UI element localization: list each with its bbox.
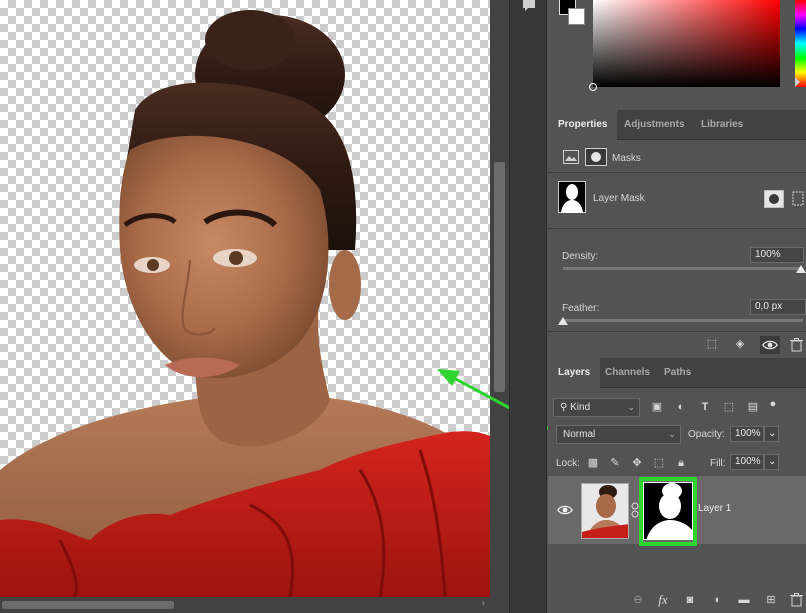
horizontal-scrollbar[interactable]: ›: [0, 597, 509, 613]
opacity-label: Opacity:: [688, 429, 725, 440]
shape-filter-icon[interactable]: ⬚: [721, 399, 737, 415]
trash-icon[interactable]: [790, 338, 803, 352]
chevron-down-icon: ⌄: [668, 429, 676, 439]
collapsed-panel-strip: [509, 0, 547, 613]
chevron-down-icon: ⌄: [627, 402, 635, 412]
layers-panel: Layers Channels Paths ⚲ Kind ⌄ ▣ ◐ T ⬚ ▤…: [548, 358, 806, 613]
lock-position-icon[interactable]: ✥: [629, 455, 645, 471]
adjustment-icon[interactable]: ◐: [710, 592, 726, 608]
opacity-input[interactable]: 100%: [730, 426, 764, 442]
lock-image-icon[interactable]: ✎: [607, 455, 623, 471]
document-canvas[interactable]: [0, 0, 490, 597]
layer-name[interactable]: Layer 1: [698, 503, 731, 514]
tab-channels[interactable]: Channels: [595, 358, 660, 388]
right-panel-dock: Properties Adjustments Libraries Masks L…: [548, 0, 806, 613]
folder-icon[interactable]: ▬: [736, 592, 752, 608]
fx-icon[interactable]: fx: [655, 592, 671, 608]
horizontal-scroll-thumb[interactable]: [2, 601, 174, 609]
opacity-dropdown[interactable]: ⌄: [764, 426, 779, 442]
feather-slider-thumb[interactable]: [558, 317, 568, 325]
lock-all-icon[interactable]: 🔒︎: [673, 455, 689, 471]
layer-mask-label: Layer Mask: [593, 193, 645, 204]
feather-input[interactable]: 0,0 px: [750, 299, 806, 315]
vertical-scroll-thumb[interactable]: [494, 162, 505, 392]
hue-slider-marker[interactable]: [795, 77, 800, 87]
masks-label: Masks: [612, 153, 641, 164]
pixel-filter-icon[interactable]: ▣: [649, 399, 665, 415]
add-mask-icon[interactable]: ◙: [682, 592, 698, 608]
lock-label: Lock:: [556, 458, 580, 469]
image-icon: [563, 150, 579, 164]
eye-icon[interactable]: [760, 336, 780, 354]
type-filter-icon[interactable]: T: [697, 399, 713, 415]
density-slider-thumb[interactable]: [796, 265, 806, 273]
hue-slider[interactable]: [795, 0, 806, 87]
tab-paths[interactable]: Paths: [654, 358, 701, 388]
feather-label: Feather:: [562, 303, 600, 314]
lock-transparency-icon[interactable]: ▩: [585, 455, 601, 471]
color-picker-field[interactable]: [589, 0, 780, 91]
selection-icon[interactable]: ⬚: [704, 336, 720, 352]
layers-bottom-toolbar: ⊖ fx ◙ ◐ ▬ ⊞: [548, 587, 806, 613]
properties-panel: Properties Adjustments Libraries Masks L…: [548, 110, 806, 356]
color-picker-marker[interactable]: [589, 83, 597, 91]
mask-highlight-box: [639, 477, 697, 546]
layer-mask-thumbnail[interactable]: [558, 181, 586, 213]
fill-label: Fill:: [710, 458, 726, 469]
tab-adjustments[interactable]: Adjustments: [614, 110, 695, 140]
adjustment-filter-icon[interactable]: ◐: [673, 399, 689, 415]
layers-tab-bar: Layers Channels Paths: [548, 358, 806, 388]
tab-libraries[interactable]: Libraries: [691, 110, 753, 140]
layer-thumbnail[interactable]: [581, 483, 629, 539]
tab-layers[interactable]: Layers: [548, 358, 601, 388]
vector-mask-icon[interactable]: [792, 190, 806, 208]
blend-mode-select[interactable]: Normal ⌄: [556, 425, 681, 444]
vertical-scrollbar[interactable]: [490, 0, 509, 597]
layer-row[interactable]: Layer 1: [548, 476, 806, 546]
document-canvas-area: ›: [0, 0, 509, 613]
fill-dropdown[interactable]: ⌄: [764, 454, 779, 470]
properties-tab-bar: Properties Adjustments Libraries: [548, 110, 806, 140]
filter-search-icon: ⚲: [560, 402, 571, 413]
layer-filter-value: Kind: [570, 402, 591, 413]
eye-icon[interactable]: [557, 504, 573, 516]
portrait-photo: [0, 10, 490, 597]
tab-properties[interactable]: Properties: [548, 110, 618, 140]
density-input[interactable]: 100%: [750, 247, 804, 263]
pixel-mask-icon[interactable]: [764, 190, 784, 208]
smart-object-filter-icon[interactable]: ▤: [745, 399, 761, 415]
density-label: Density:: [562, 251, 599, 262]
filter-toggle-icon[interactable]: ●: [768, 396, 778, 412]
photoshop-workspace: › Properties Adjustments Libraries Masks…: [0, 0, 806, 613]
fill-input[interactable]: 100%: [730, 454, 764, 470]
density-slider[interactable]: [563, 267, 803, 270]
feather-slider[interactable]: [563, 319, 803, 322]
blend-mode-value: Normal: [563, 429, 596, 440]
background-color-swatch[interactable]: [568, 8, 585, 25]
layer-filter-select[interactable]: ⚲ Kind ⌄: [553, 398, 640, 417]
mask-icon[interactable]: [585, 148, 607, 166]
comment-icon[interactable]: [522, 0, 536, 12]
apply-mask-icon[interactable]: ◈: [732, 336, 748, 352]
lock-artboard-icon[interactable]: ⬚: [651, 455, 667, 471]
link-layers-icon[interactable]: ⊖: [630, 592, 646, 608]
new-layer-icon[interactable]: ⊞: [763, 592, 779, 608]
scroll-right-icon[interactable]: ›: [482, 598, 485, 609]
color-panel: [548, 0, 806, 108]
trash-icon[interactable]: [790, 593, 803, 607]
